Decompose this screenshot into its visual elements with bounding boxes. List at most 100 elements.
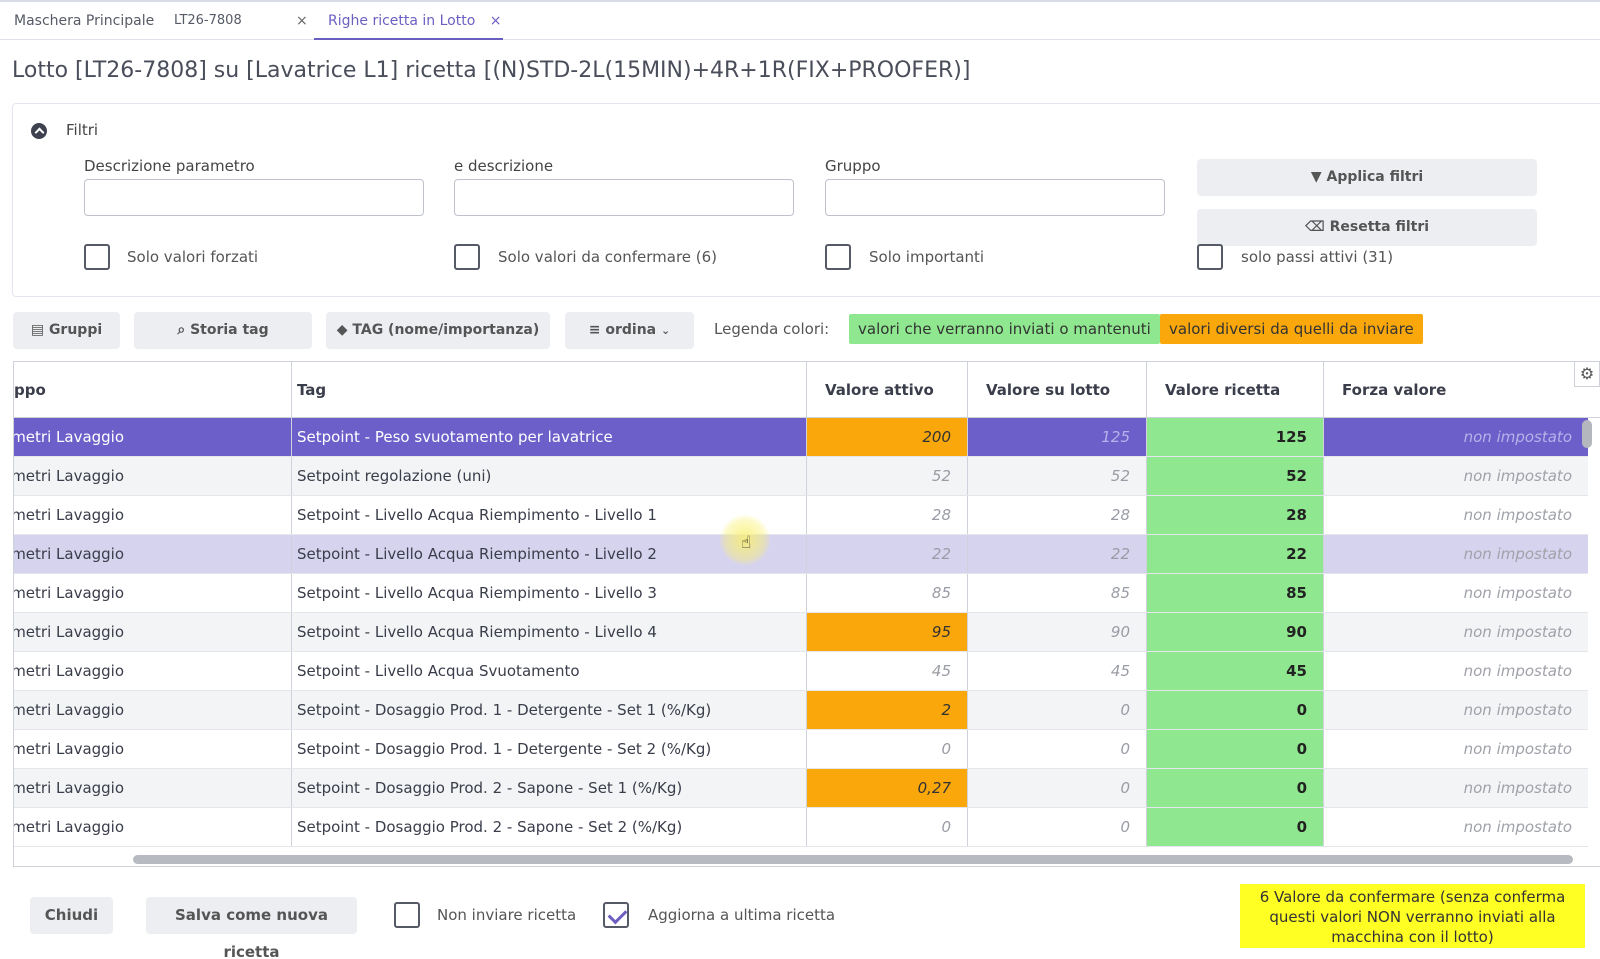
tag-button[interactable]: ◆ TAG (nome/importanza)	[326, 312, 550, 349]
chevron-down-icon: ⌄	[661, 324, 671, 337]
gruppi-label: Gruppi	[48, 322, 103, 338]
header-tag[interactable]: Tag	[279, 362, 807, 418]
cell-valore-attivo: 0	[807, 808, 968, 846]
tab-righe-close-icon[interactable]: ×	[490, 13, 502, 29]
cell-valore-lotto: 0	[968, 691, 1147, 729]
cell-tag: Setpoint regolazione (uni)	[279, 457, 807, 495]
apply-filters-label: Applica filtri	[1326, 169, 1424, 185]
cell-forza-valore[interactable]: non impostato	[1324, 613, 1588, 651]
chk-non-inviare[interactable]	[394, 902, 420, 928]
gruppo-input[interactable]	[825, 179, 1165, 216]
chk-importanti-label: Solo importanti	[869, 248, 985, 266]
tab-righe-ricetta[interactable]: Righe ricetta in Lotto ×	[314, 2, 503, 40]
legend-label: Legenda colori:	[714, 320, 830, 338]
tab-maschera-principale[interactable]: Maschera Principale	[14, 2, 154, 40]
table-row[interactable]: ametri Lavaggio Setpoint - Dosaggio Prod.…	[14, 691, 1588, 730]
tab-lotto[interactable]: LT26-7808	[174, 2, 242, 40]
cell-valore-ricetta: 90	[1147, 613, 1324, 651]
cell-tag: Setpoint - Dosaggio Prod. 2 - Sapone - S…	[279, 808, 807, 846]
reset-filters-button[interactable]: ⌫ Resetta filtri	[1197, 209, 1537, 246]
e-desc-label: e descrizione	[454, 157, 554, 175]
horizontal-scrollbar[interactable]	[133, 855, 1573, 864]
header-gruppo[interactable]: ppo	[14, 362, 292, 418]
cell-valore-lotto: 45	[968, 652, 1147, 690]
gear-icon[interactable]: ⚙	[1574, 361, 1600, 387]
tab-lotto-close-icon[interactable]: ×	[296, 2, 308, 40]
cell-gruppo: ametri Lavaggio	[14, 691, 292, 729]
collapse-icon[interactable]	[31, 123, 47, 139]
cell-forza-valore[interactable]: non impostato	[1324, 769, 1588, 807]
search-icon: ⌕	[177, 322, 186, 338]
chk-passi-attivi[interactable]	[1197, 244, 1223, 270]
table-row[interactable]: ametri Lavaggio Setpoint - Livello Acqua …	[14, 496, 1588, 535]
cell-tag: Setpoint - Livello Acqua Riempimento - L…	[279, 613, 807, 651]
chk-non-inviare-label: Non inviare ricetta	[437, 906, 577, 924]
cell-valore-ricetta: 0	[1147, 730, 1324, 768]
filters-title[interactable]: Filtri	[66, 121, 98, 139]
chk-da-confermare[interactable]	[454, 244, 480, 270]
cell-valore-attivo: 85	[807, 574, 968, 612]
cell-tag: Setpoint - Dosaggio Prod. 2 - Sapone - S…	[279, 769, 807, 807]
desc-input[interactable]	[84, 179, 424, 216]
table-row[interactable]: ametri Lavaggio Setpoint - Dosaggio Prod.…	[14, 769, 1588, 808]
header-forza-valore[interactable]: Forza valore	[1324, 362, 1588, 418]
cell-valore-attivo: 2	[807, 691, 968, 729]
cell-forza-valore[interactable]: non impostato	[1324, 730, 1588, 768]
table-row[interactable]: ametri Lavaggio Setpoint - Peso svuotamen…	[14, 418, 1588, 457]
cell-forza-valore[interactable]: non impostato	[1324, 496, 1588, 534]
cell-tag: Setpoint - Livello Acqua Svuotamento	[279, 652, 807, 690]
tag-icon: ◆	[336, 322, 348, 338]
filters-panel: Filtri Descrizione parametro e descrizio…	[12, 103, 1600, 297]
page-title: Lotto [LT26-7808] su [Lavatrice L1] rice…	[12, 58, 971, 83]
vertical-scrollbar[interactable]	[1582, 420, 1592, 448]
cell-valore-ricetta: 0	[1147, 808, 1324, 846]
e-desc-input[interactable]	[454, 179, 794, 216]
list-icon: ≡	[588, 322, 601, 338]
cell-valore-ricetta: 125	[1147, 418, 1324, 456]
header-valore-attivo[interactable]: Valore attivo	[807, 362, 968, 418]
gruppi-button[interactable]: ▤ Gruppi	[13, 312, 120, 349]
cell-forza-valore[interactable]: non impostato	[1324, 652, 1588, 690]
ordina-dropdown[interactable]: ≡ ordina ⌄	[565, 312, 694, 349]
table-row[interactable]: ametri Lavaggio Setpoint - Livello Acqua …	[14, 613, 1588, 652]
cell-valore-lotto: 0	[968, 730, 1147, 768]
table-row[interactable]: ametri Lavaggio Setpoint - Dosaggio Prod.…	[14, 730, 1588, 769]
cell-gruppo: ametri Lavaggio	[14, 535, 292, 573]
cell-gruppo: ametri Lavaggio	[14, 730, 292, 768]
cell-gruppo: ametri Lavaggio	[14, 769, 292, 807]
cell-valore-ricetta: 52	[1147, 457, 1324, 495]
gruppo-label: Gruppo	[825, 157, 881, 175]
salva-nuova-ricetta-button[interactable]: Salva come nuova ricetta	[146, 897, 357, 959]
table-row[interactable]: ametri Lavaggio Setpoint - Dosaggio Prod.…	[14, 808, 1588, 847]
grid-header: ppo Tag Valore attivo Valore su lotto Va…	[14, 362, 1600, 418]
cell-gruppo: ametri Lavaggio	[14, 613, 292, 651]
chk-importanti[interactable]	[825, 244, 851, 270]
cell-forza-valore[interactable]: non impostato	[1324, 574, 1588, 612]
header-valore-lotto[interactable]: Valore su lotto	[968, 362, 1147, 418]
cell-forza-valore[interactable]: non impostato	[1324, 418, 1588, 456]
chiudi-button[interactable]: Chiudi	[30, 897, 113, 934]
cell-valore-attivo: 200	[807, 418, 968, 456]
cell-valore-lotto: 28	[968, 496, 1147, 534]
recipe-grid: ppo Tag Valore attivo Valore su lotto Va…	[13, 361, 1600, 867]
cell-forza-valore[interactable]: non impostato	[1324, 535, 1588, 573]
filter-icon: ▼	[1310, 169, 1322, 185]
chk-aggiorna[interactable]	[603, 902, 629, 928]
cell-forza-valore[interactable]: non impostato	[1324, 808, 1588, 846]
cell-forza-valore[interactable]: non impostato	[1324, 457, 1588, 495]
storia-tag-button[interactable]: ⌕ Storia tag	[134, 312, 312, 349]
table-row[interactable]: ametri Lavaggio Setpoint - Livello Acqua …	[14, 535, 1588, 574]
apply-filters-button[interactable]: ▼ Applica filtri	[1197, 159, 1537, 196]
table-row[interactable]: ametri Lavaggio Setpoint - Livello Acqua …	[14, 574, 1588, 613]
cell-valore-ricetta: 0	[1147, 691, 1324, 729]
cell-valore-lotto: 22	[968, 535, 1147, 573]
cell-valore-lotto: 0	[968, 769, 1147, 807]
header-valore-ricetta[interactable]: Valore ricetta	[1147, 362, 1324, 418]
cell-gruppo: ametri Lavaggio	[14, 808, 292, 846]
table-row[interactable]: ametri Lavaggio Setpoint regolazione (uni…	[14, 457, 1588, 496]
table-row[interactable]: ametri Lavaggio Setpoint - Livello Acqua …	[14, 652, 1588, 691]
cell-forza-valore[interactable]: non impostato	[1324, 691, 1588, 729]
book-icon: ▤	[30, 322, 45, 338]
chk-valori-forzati[interactable]	[84, 244, 110, 270]
chk-valori-forzati-label: Solo valori forzati	[127, 248, 259, 266]
